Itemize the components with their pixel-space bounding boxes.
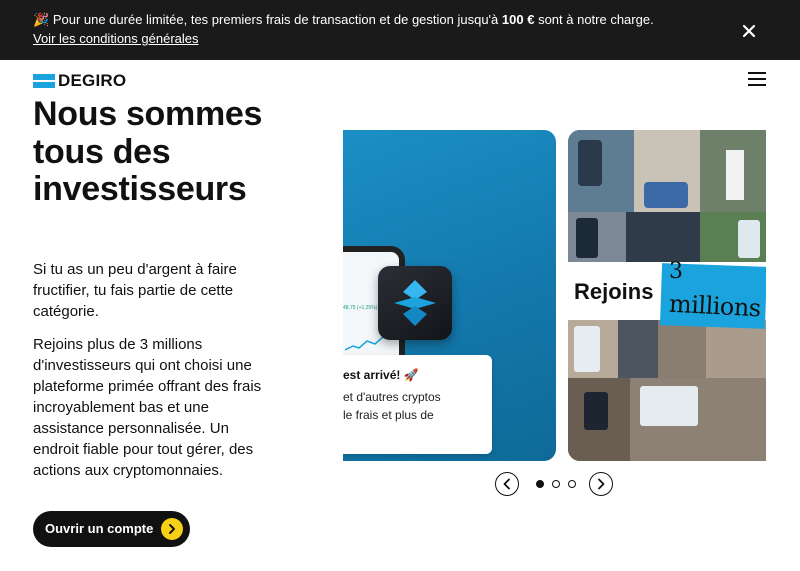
- carousel-dot-2[interactable]: [552, 480, 560, 488]
- promo-amount: 100 €: [501, 12, 535, 27]
- photo-tile: [706, 320, 766, 378]
- card-line-2: le frais et plus de: [343, 408, 434, 422]
- photo-tile: [658, 320, 706, 378]
- card-line-1: et d'autres cryptos: [343, 390, 441, 404]
- photo-tile: [626, 212, 700, 264]
- carousel-dot-3[interactable]: [568, 480, 576, 488]
- cta-circle: [161, 518, 183, 540]
- chevron-left-icon: [503, 478, 510, 490]
- phone-photo: [574, 326, 600, 372]
- chevron-right-icon: [598, 478, 605, 490]
- logo-text: DEGIRO: [58, 71, 127, 90]
- carousel-next-button[interactable]: [589, 472, 613, 496]
- phone-photo: [576, 218, 598, 258]
- laptop-photo: [640, 386, 698, 426]
- phone-photo: [584, 392, 608, 430]
- hero-paragraph-1: Si tu as un peu d'argent à faire fructif…: [33, 261, 237, 320]
- open-account-button[interactable]: Ouvrir un compte: [33, 511, 190, 547]
- hamburger-icon: [748, 72, 766, 86]
- millions-text: millions: [668, 289, 762, 323]
- degiro-logo[interactable]: DEGIRO: [33, 71, 127, 90]
- promo-text-before: Pour une durée limitée, tes premiers fra…: [52, 12, 499, 27]
- phone-price-text: 48,75 (+1,25%): [343, 305, 378, 311]
- promo-banner: 🎉 Pour une durée limitée, tes premiers f…: [0, 0, 800, 60]
- hero-title: Nous sommes tous des investisseurs: [33, 95, 263, 208]
- terms-link-suffix: .: [195, 31, 199, 46]
- photo-tile: [618, 320, 658, 378]
- terms-link[interactable]: Voir les conditions générales: [33, 31, 199, 47]
- open-account-label: Ouvrir un compte: [45, 521, 154, 536]
- party-emoji: 🎉: [33, 12, 50, 27]
- promo-text: 🎉 Pour une durée limitée, tes premiers f…: [33, 12, 654, 28]
- investors-slide[interactable]: Rejoins 3 millions: [568, 130, 766, 461]
- hero-paragraph-2: Rejoins plus de 3 millions d'investisseu…: [33, 336, 262, 479]
- phone-photo: [738, 220, 760, 258]
- join-text: Rejoins: [574, 279, 654, 304]
- close-banner-button[interactable]: [738, 20, 760, 42]
- person-photo: [644, 182, 688, 208]
- carousel-dot-1[interactable]: [536, 480, 544, 488]
- card-title: est arrivé! 🚀: [343, 368, 419, 382]
- promo-carousel: 48,75 (+1,25%) est arrivé! 🚀 et d'autres…: [343, 130, 766, 461]
- crypto-info-card: est arrivé! 🚀 et d'autres cryptos le fra…: [343, 355, 492, 454]
- chevron-right-icon: [169, 524, 175, 534]
- crypto-diamond-icon: [394, 280, 436, 326]
- close-icon: [742, 24, 756, 38]
- logo-mark-icon: [33, 74, 55, 88]
- phone-photo: [578, 140, 602, 186]
- promo-text-after: sont à notre charge.: [538, 12, 654, 27]
- carousel-prev-button[interactable]: [495, 472, 519, 496]
- crypto-app-icon: [378, 266, 452, 340]
- menu-button[interactable]: [748, 72, 766, 88]
- crypto-slide[interactable]: 48,75 (+1,25%) est arrivé! 🚀 et d'autres…: [343, 130, 556, 461]
- person-photo: [726, 150, 744, 200]
- count-text: 3: [669, 259, 683, 284]
